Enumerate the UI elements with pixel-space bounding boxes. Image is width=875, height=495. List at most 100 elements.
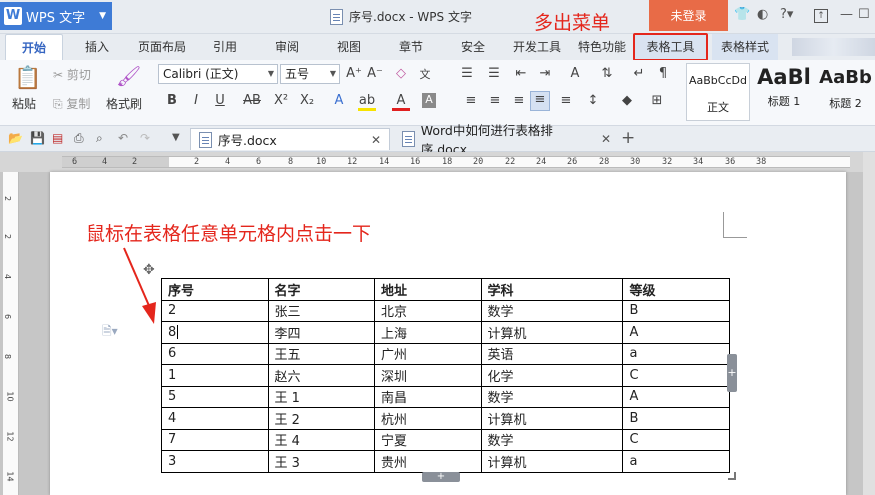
tab-features[interactable]: 特色功能 (572, 34, 632, 60)
table-resize-handle[interactable] (728, 472, 736, 480)
tab-start[interactable]: 开始 (5, 34, 63, 60)
table-cell[interactable]: 数学 (480, 299, 624, 322)
paste-options-icon[interactable]: 🗎▾ (102, 322, 118, 343)
add-column-button[interactable]: + (727, 354, 737, 392)
login-button[interactable]: 未登录 (649, 0, 728, 31)
increase-indent-icon[interactable]: ⇥ (536, 66, 554, 81)
tab-page-layout[interactable]: 页面布局 (132, 34, 192, 60)
table-cell[interactable]: 王 4 (267, 428, 375, 451)
table-cell[interactable]: 杭州 (374, 407, 482, 430)
table-move-handle-icon[interactable]: ✥ (143, 262, 155, 278)
table-cell[interactable]: 3 (161, 450, 269, 473)
sort-icon[interactable]: ⇅ (598, 66, 616, 81)
paste-icon[interactable]: 📋 (14, 66, 41, 91)
table-cell[interactable]: 赵六 (267, 364, 375, 387)
char-shading-icon[interactable]: A (422, 93, 436, 108)
tab-chapter[interactable]: 章节 (392, 34, 430, 60)
table-cell[interactable]: 李四 (267, 321, 375, 344)
table-cell[interactable]: 1 (161, 364, 269, 387)
grow-font-icon[interactable]: A⁺ (345, 66, 363, 81)
table-cell[interactable]: 计算机 (480, 321, 624, 344)
shading-icon[interactable]: ◆ (618, 93, 636, 108)
table-cell[interactable]: 王五 (267, 342, 375, 365)
horizontal-ruler[interactable]: 6 4 2 2 4 6 8 10 12 14 16 18 20 22 24 26… (0, 152, 875, 172)
header-cell[interactable]: 等级 (622, 278, 730, 301)
table-cell[interactable]: C (622, 428, 730, 451)
copy-button[interactable]: ⎘ 复制 (53, 95, 90, 112)
export-pdf-icon[interactable]: ▤ (52, 131, 63, 145)
table-cell[interactable]: 化学 (480, 364, 624, 387)
close-icon[interactable]: ✕ (371, 133, 381, 147)
table-cell[interactable]: 贵州 (374, 450, 482, 473)
cut-button[interactable]: ✂ 剪切 (53, 66, 91, 83)
show-marks-icon[interactable]: ↵ (630, 66, 648, 81)
align-center-icon[interactable]: ≡ (486, 93, 504, 108)
tab-table-style[interactable]: 表格样式 (712, 34, 778, 60)
text-effect-icon[interactable]: A (330, 93, 348, 108)
table-cell[interactable]: 计算机 (480, 407, 624, 430)
add-row-button[interactable]: + (422, 472, 460, 482)
print-icon[interactable]: ⎙ (74, 131, 84, 146)
numbering-icon[interactable]: ☰ (485, 66, 503, 81)
redo-icon[interactable]: ↷ (140, 131, 150, 145)
strikethrough-icon[interactable]: AB (240, 93, 264, 108)
table-cell[interactable]: 7 (161, 428, 269, 451)
table-cell[interactable]: 宁夏 (374, 428, 482, 451)
style-normal[interactable]: AaBbCcDd 正文 (686, 63, 750, 121)
table-cell[interactable]: B (622, 299, 730, 322)
bold-icon[interactable]: B (163, 93, 181, 108)
save-icon[interactable]: 💾 (30, 131, 45, 145)
font-name-select[interactable]: Calibri (正文) ▼ (158, 64, 278, 84)
clear-format-icon[interactable]: ◇ (392, 66, 410, 81)
table-cell[interactable]: a (622, 450, 730, 473)
open-folder-icon[interactable]: 📂 (8, 131, 23, 145)
table-cell[interactable]: 张三 (267, 299, 375, 322)
align-left-icon[interactable]: ≡ (462, 93, 480, 108)
borders-icon[interactable]: ⊞ (648, 93, 666, 108)
table-cell[interactable]: A (622, 385, 730, 408)
tab-insert[interactable]: 插入 (78, 34, 116, 60)
table-cell[interactable]: 英语 (480, 342, 624, 365)
tab-references[interactable]: 引用 (206, 34, 244, 60)
align-right-icon[interactable]: ≡ (510, 93, 528, 108)
tab-review[interactable]: 审阅 (268, 34, 306, 60)
chat-icon[interactable]: ◐ (757, 7, 768, 22)
table-cell[interactable]: 4 (161, 407, 269, 430)
new-tab-icon[interactable]: + (621, 128, 635, 148)
tab-table-tools[interactable]: 表格工具 (633, 33, 708, 61)
table-cell[interactable]: 南昌 (374, 385, 482, 408)
vertical-scrollbar[interactable] (863, 152, 875, 495)
shrink-font-icon[interactable]: A⁻ (366, 66, 384, 81)
undo-icon[interactable]: ↶ (118, 131, 128, 145)
maximize-icon[interactable]: ☐ (858, 7, 870, 22)
justify-icon[interactable]: ≡ (530, 91, 550, 111)
table-cell[interactable]: 数学 (480, 385, 624, 408)
style-heading2[interactable]: AaBb 标题 2 (816, 63, 875, 121)
document-tab-active[interactable]: 序号.docx ✕ (190, 128, 390, 150)
style-heading1[interactable]: AaBl 标题 1 (752, 63, 816, 121)
table-cell[interactable]: 6 (161, 342, 269, 365)
table-cell[interactable]: 数学 (480, 428, 624, 451)
underline-icon[interactable]: U (211, 93, 229, 108)
tab-view[interactable]: 视图 (330, 34, 368, 60)
highlight-icon[interactable]: ab (358, 93, 376, 111)
wps-menu-button[interactable]: W WPS 文字 ▼ (0, 2, 112, 30)
table-cell[interactable]: 北京 (374, 299, 482, 322)
para-mark-icon[interactable]: ¶ (654, 66, 672, 81)
header-cell[interactable]: 序号 (161, 278, 269, 301)
chevron-down-icon[interactable]: ▼ (172, 132, 180, 143)
upload-icon[interactable]: ↑ (814, 9, 828, 23)
table-cell[interactable]: 深圳 (374, 364, 482, 387)
paste-button[interactable]: 粘贴 (12, 95, 36, 112)
font-size-select[interactable]: 五号 ▼ (280, 64, 340, 84)
table-cell[interactable]: 王 3 (267, 450, 375, 473)
table-cell[interactable]: C (622, 364, 730, 387)
table-cell[interactable]: 王 1 (267, 385, 375, 408)
header-cell[interactable]: 地址 (374, 278, 482, 301)
font-color-icon[interactable]: A (392, 93, 410, 111)
close-icon[interactable]: ✕ (601, 132, 611, 146)
print-preview-icon[interactable]: ⌕ (96, 131, 103, 146)
table-cell[interactable]: 2 (161, 299, 269, 322)
table-cell[interactable]: 王 2 (267, 407, 375, 430)
table-cell[interactable]: A (622, 321, 730, 344)
